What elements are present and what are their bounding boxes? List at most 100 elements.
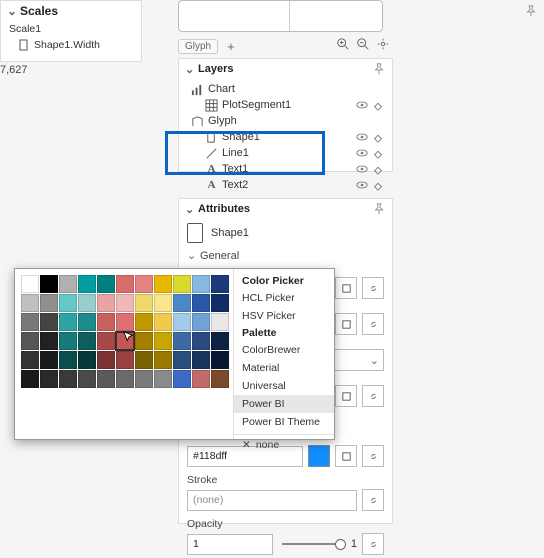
color-swatch[interactable] <box>40 332 58 350</box>
pin-icon[interactable] <box>524 4 538 18</box>
color-swatch[interactable] <box>154 351 172 369</box>
color-swatch[interactable] <box>59 313 77 331</box>
color-swatch[interactable] <box>211 370 229 388</box>
erase-icon[interactable] <box>372 99 384 111</box>
color-swatch[interactable] <box>21 275 39 293</box>
color-swatch[interactable] <box>78 313 96 331</box>
layers-header[interactable]: ⌄ Layers <box>179 59 392 79</box>
color-swatch[interactable] <box>135 313 153 331</box>
color-swatch[interactable] <box>211 275 229 293</box>
color-swatch[interactable] <box>97 294 115 312</box>
color-swatch[interactable] <box>78 370 96 388</box>
layer-chart[interactable]: Chart <box>185 81 386 97</box>
color-swatch[interactable] <box>154 275 172 293</box>
color-swatch[interactable] <box>97 370 115 388</box>
zoom-in-icon[interactable] <box>336 37 350 51</box>
picker-powerbi[interactable]: Power BI <box>234 395 334 413</box>
opacity-slider[interactable] <box>282 543 342 545</box>
erase-icon[interactable] <box>372 163 384 175</box>
color-swatch[interactable] <box>211 332 229 350</box>
color-swatch[interactable] <box>173 275 191 293</box>
picker-universal[interactable]: Universal <box>234 377 334 395</box>
color-swatch[interactable] <box>78 332 96 350</box>
attributes-header[interactable]: ⌄ Attributes <box>179 199 392 219</box>
picker-hcl[interactable]: HCL Picker <box>234 289 334 307</box>
layer-plotsegment[interactable]: PlotSegment1 <box>185 97 386 113</box>
color-swatch[interactable] <box>116 294 134 312</box>
color-swatch[interactable] <box>78 275 96 293</box>
color-swatch[interactable] <box>21 332 39 350</box>
add-glyph-icon[interactable]: + <box>224 39 235 54</box>
color-swatch[interactable] <box>192 332 210 350</box>
picker-hsv[interactable]: HSV Picker <box>234 307 334 325</box>
color-swatch[interactable] <box>40 275 58 293</box>
color-swatch[interactable] <box>21 294 39 312</box>
link-icon[interactable] <box>362 533 384 555</box>
bind-icon[interactable] <box>335 385 357 407</box>
color-swatch[interactable] <box>192 294 210 312</box>
color-swatch[interactable] <box>97 313 115 331</box>
scale1-row[interactable]: Scale1 <box>1 21 141 37</box>
color-swatch[interactable] <box>154 332 172 350</box>
visibility-icon[interactable] <box>356 99 368 111</box>
color-swatch[interactable] <box>135 332 153 350</box>
bind-icon[interactable] <box>335 277 357 299</box>
color-swatch[interactable] <box>59 351 77 369</box>
link-icon[interactable] <box>362 489 384 511</box>
link-icon[interactable] <box>362 385 384 407</box>
visibility-icon[interactable] <box>356 179 368 191</box>
color-swatch[interactable] <box>192 351 210 369</box>
pin-icon[interactable] <box>372 62 386 76</box>
layer-line1[interactable]: Line1 <box>185 145 386 161</box>
color-swatch[interactable] <box>211 313 229 331</box>
picker-colorbrewer[interactable]: ColorBrewer <box>234 341 334 359</box>
link-icon[interactable] <box>362 313 384 335</box>
color-swatch[interactable] <box>173 370 191 388</box>
color-swatch[interactable] <box>116 313 134 331</box>
erase-icon[interactable] <box>372 131 384 143</box>
pin-icon[interactable] <box>372 202 386 216</box>
color-swatch[interactable] <box>78 294 96 312</box>
color-swatch[interactable] <box>211 294 229 312</box>
color-swatch[interactable] <box>211 351 229 369</box>
color-swatch[interactable] <box>116 351 134 369</box>
color-swatch[interactable] <box>21 370 39 388</box>
color-swatch[interactable] <box>97 275 115 293</box>
color-swatch[interactable] <box>21 313 39 331</box>
color-swatch[interactable] <box>40 351 58 369</box>
visibility-icon[interactable] <box>356 147 368 159</box>
color-swatch[interactable] <box>40 294 58 312</box>
color-swatch[interactable] <box>97 351 115 369</box>
color-swatch[interactable] <box>192 275 210 293</box>
bind-icon[interactable] <box>335 445 357 467</box>
color-swatch[interactable] <box>59 332 77 350</box>
zoom-fit-icon[interactable] <box>376 37 390 51</box>
erase-icon[interactable] <box>372 179 384 191</box>
color-swatch[interactable] <box>173 294 191 312</box>
color-swatch[interactable] <box>40 313 58 331</box>
color-swatch[interactable] <box>59 275 77 293</box>
general-section[interactable]: ⌄ General <box>179 247 392 264</box>
link-icon[interactable] <box>362 445 384 467</box>
color-swatch[interactable] <box>116 275 134 293</box>
color-swatch[interactable] <box>154 294 172 312</box>
visibility-icon[interactable] <box>356 131 368 143</box>
bind-icon[interactable] <box>335 313 357 335</box>
layer-glyph[interactable]: Glyph <box>185 113 386 129</box>
color-swatch[interactable] <box>154 370 172 388</box>
layer-shape1[interactable]: Shape1 <box>185 129 386 145</box>
color-swatch[interactable] <box>40 370 58 388</box>
color-swatch[interactable] <box>192 370 210 388</box>
color-swatch[interactable] <box>97 332 115 350</box>
color-swatch[interactable] <box>135 275 153 293</box>
color-swatch[interactable] <box>135 294 153 312</box>
color-swatch[interactable] <box>59 370 77 388</box>
link-icon[interactable] <box>362 277 384 299</box>
color-swatch[interactable] <box>154 313 172 331</box>
stroke-input[interactable] <box>187 490 357 511</box>
layer-text2[interactable]: A Text2 <box>185 177 386 193</box>
color-swatch[interactable] <box>116 370 134 388</box>
scale-field-row[interactable]: Shape1.Width <box>1 37 141 53</box>
opacity-input[interactable] <box>187 534 273 555</box>
zoom-out-icon[interactable] <box>356 37 370 51</box>
